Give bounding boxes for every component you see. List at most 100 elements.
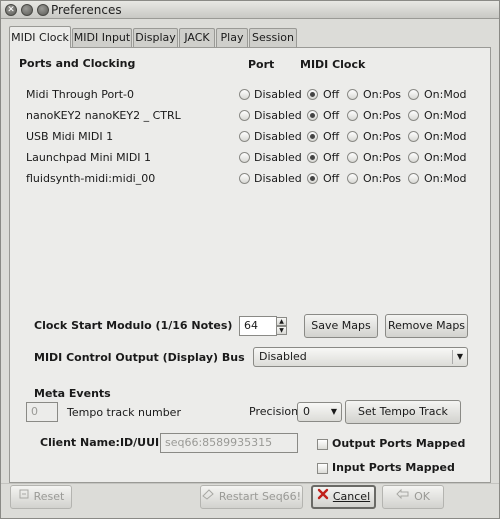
radio-disabled[interactable] [239,89,250,100]
control-output-value: Disabled [259,350,307,363]
radio-on-mod[interactable] [408,110,419,121]
control-output-select[interactable]: Disabled ▼ [253,347,468,367]
radio-on-pos[interactable] [347,173,358,184]
radio-label-on-pos: On:Pos [363,172,402,185]
radio-on-pos[interactable] [347,152,358,163]
radio-label-on-mod: On:Mod [424,109,467,122]
radio-disabled[interactable] [239,110,250,121]
precision-label: Precision [249,405,299,418]
radio-on-pos[interactable] [347,110,358,121]
restart-button[interactable]: Restart Seq66! [200,485,303,509]
port-name: Launchpad Mini MIDI 1 [26,151,152,164]
radio-off[interactable] [307,152,318,163]
radio-label-on-mod: On:Mod [424,130,467,143]
input-ports-mapped-label: Input Ports Mapped [332,461,455,474]
radio-on-mod[interactable] [408,173,419,184]
preferences-window: ✕ Preferences MIDI Clock MIDI Input Disp… [0,0,500,519]
radio-label-off: Off [323,172,340,185]
chevron-down-icon: ▼ [456,352,463,361]
close-window-button[interactable]: ✕ [5,4,17,16]
output-ports-mapped-checkbox[interactable] [317,439,328,450]
radio-label-off: Off [323,88,340,101]
midi-clock-panel: Ports and Clocking Port MIDI Clock Midi … [9,47,491,483]
minimize-window-button[interactable] [21,4,33,16]
set-tempo-track-button[interactable]: Set Tempo Track [345,400,461,424]
radio-label-on-pos: On:Pos [363,151,402,164]
reset-button[interactable]: Reset [10,485,72,509]
radio-label-on-mod: On:Mod [424,151,467,164]
tempo-track-input[interactable]: 0 [26,402,58,422]
reset-label: Reset [33,490,65,503]
output-ports-mapped-label: Output Ports Mapped [332,437,466,450]
tab-jack[interactable]: JACK [179,28,215,48]
chevron-down-icon: ▼ [330,407,337,416]
radio-on-mod[interactable] [408,131,419,142]
port-name: nanoKEY2 nanoKEY2 _ CTRL [26,109,181,122]
title-bar: ✕ Preferences [1,1,499,19]
radio-label-disabled: Disabled [254,172,302,185]
cancel-label: Cancel [332,490,371,503]
radio-disabled[interactable] [239,152,250,163]
client-name-field: seq66:8589935315 [160,433,298,453]
ports-clocking-heading: Ports and Clocking [19,57,136,70]
cancel-button[interactable]: Cancel [311,485,376,509]
radio-disabled[interactable] [239,131,250,142]
midi-clock-heading: MIDI Clock [300,58,366,71]
restart-label: Restart Seq66! [218,490,302,503]
clock-start-label: Clock Start Modulo (1/16 Notes) [34,319,233,332]
radio-on-pos[interactable] [347,89,358,100]
radio-off[interactable] [307,110,318,121]
control-output-label: MIDI Control Output (Display) Bus [34,351,245,364]
radio-label-disabled: Disabled [254,151,302,164]
port-heading: Port [248,58,275,71]
tab-midi-clock[interactable]: MIDI Clock [9,26,71,48]
spin-up-icon[interactable]: ▲ [276,317,287,326]
meta-events-heading: Meta Events [34,387,111,400]
restart-icon [202,486,215,508]
radio-label-off: Off [323,130,340,143]
radio-label-disabled: Disabled [254,88,302,101]
tab-session[interactable]: Session [249,28,297,48]
maximize-window-button[interactable] [37,4,49,16]
radio-off[interactable] [307,89,318,100]
radio-on-mod[interactable] [408,89,419,100]
radio-label-on-mod: On:Mod [424,88,467,101]
precision-select[interactable]: 0 ▼ [297,402,342,422]
precision-value: 0 [303,405,310,418]
radio-off[interactable] [307,173,318,184]
radio-label-disabled: Disabled [254,109,302,122]
cancel-icon [317,487,329,507]
clock-start-spinner[interactable]: ▲ ▼ [276,317,287,335]
close-icon: ✕ [7,5,15,15]
reset-icon [18,486,30,508]
radio-label-off: Off [323,151,340,164]
remove-maps-button[interactable]: Remove Maps [385,314,468,338]
radio-on-pos[interactable] [347,131,358,142]
radio-off[interactable] [307,131,318,142]
spin-down-icon[interactable]: ▼ [276,326,287,335]
port-row: fluidsynth-midi:midi_00 Disabled Off On:Pos… [26,169,467,189]
port-name: fluidsynth-midi:midi_00 [26,172,156,185]
radio-on-mod[interactable] [408,152,419,163]
window-title: Preferences [51,3,122,17]
save-maps-button[interactable]: Save Maps [304,314,378,338]
port-name: USB Midi MIDI 1 [26,130,114,143]
ok-button[interactable]: OK [382,485,444,509]
tab-play[interactable]: Play [216,28,248,48]
divider [1,483,499,484]
clock-start-input[interactable]: 64 [239,316,277,336]
tempo-track-label: Tempo track number [67,406,181,419]
client-name-label: Client Name:ID/UUID [40,436,169,449]
radio-label-on-pos: On:Pos [363,109,402,122]
tab-display[interactable]: Display [133,28,178,48]
radio-label-on-mod: On:Mod [424,172,467,185]
input-ports-mapped-checkbox[interactable] [317,463,328,474]
radio-disabled[interactable] [239,173,250,184]
radio-label-on-pos: On:Pos [363,130,402,143]
tab-midi-input[interactable]: MIDI Input [72,28,132,48]
port-row: Launchpad Mini MIDI 1 Disabled Off On:Pos On… [26,148,467,168]
port-row: USB Midi MIDI 1 Disabled Off On:Pos On:Mod [26,127,467,147]
radio-label-on-pos: On:Pos [363,88,402,101]
ok-label: OK [414,490,430,503]
radio-label-disabled: Disabled [254,130,302,143]
